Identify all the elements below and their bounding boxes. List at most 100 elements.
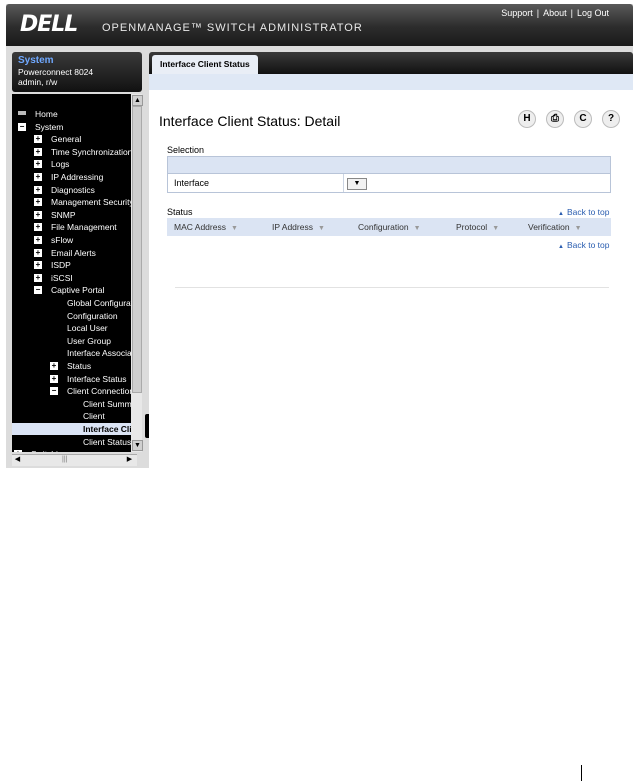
expand-icon[interactable]: +	[34, 261, 42, 270]
system-info-panel: System Powerconnect 8024 admin, r/w	[12, 52, 142, 92]
tree-item-client-status[interactable]: Client Status	[12, 436, 132, 448]
tree-item-user-group[interactable]: User Group	[12, 335, 132, 347]
tree-item-label: Local User	[67, 323, 108, 334]
tree-item-label: User Group	[67, 335, 111, 346]
tree-item-interface-association[interactable]: Interface Association	[12, 347, 142, 359]
expand-icon[interactable]: +	[34, 236, 42, 244]
tree-item-management-security[interactable]: + Management Security	[12, 196, 134, 208]
expand-icon[interactable]: +	[34, 185, 42, 194]
about-link[interactable]: About	[543, 8, 567, 18]
scroll-right-icon[interactable]: ▶	[125, 456, 134, 464]
tree-item-label: Switching	[31, 448, 67, 452]
help-icon[interactable]: ?	[602, 110, 620, 128]
tree-item-label: Client Connection	[67, 386, 135, 397]
tree-item-label: Management Security	[51, 197, 134, 208]
expand-icon[interactable]: +	[50, 362, 58, 370]
collapse-icon[interactable]: −	[50, 387, 58, 396]
expand-icon[interactable]: +	[34, 147, 42, 156]
collapse-icon[interactable]: −	[34, 286, 42, 295]
col-configuration[interactable]: Configuration ▼	[358, 222, 421, 232]
tree-item-label: Client	[83, 411, 105, 422]
tree-item-label: Time Synchronization	[51, 146, 133, 157]
tree-item-ip-addressing[interactable]: + IP Addressing	[12, 171, 132, 183]
tree-item-global-configuration[interactable]: Global Configuration	[12, 297, 142, 309]
tree-item-interface-client-status[interactable]: Interface Client Status	[12, 423, 142, 435]
collapse-icon[interactable]: −	[18, 122, 26, 131]
expand-icon[interactable]: +	[34, 173, 42, 181]
expand-icon[interactable]: +	[34, 135, 42, 144]
tree-item-diagnostics[interactable]: + Diagnostics	[12, 184, 132, 196]
scroll-left-icon[interactable]: ◀	[13, 456, 22, 464]
scroll-grip-icon[interactable]: |||	[62, 456, 67, 463]
tree-item-client[interactable]: Client	[12, 410, 132, 422]
tree-item-isdp[interactable]: + ISDP	[12, 259, 132, 271]
tree-item-switching[interactable]: + Switching	[12, 448, 132, 452]
expand-icon[interactable]: +	[34, 210, 42, 219]
col-ip-address[interactable]: IP Address ▼	[272, 222, 325, 232]
home-icon	[18, 111, 26, 115]
expand-icon[interactable]: +	[34, 198, 42, 207]
scroll-up-icon[interactable]: ▲	[132, 95, 143, 106]
tree-item-general[interactable]: + General	[12, 133, 132, 145]
tree-item-system[interactable]: − System	[12, 121, 132, 133]
tree-item-client-summary[interactable]: Client Summary	[12, 398, 142, 410]
sort-icon: ▼	[492, 225, 500, 232]
save-icon[interactable]: H	[518, 110, 536, 128]
col-mac-address[interactable]: MAC Address ▼	[174, 222, 238, 232]
tree-item-local-user[interactable]: Local User	[12, 322, 132, 334]
tree-item-label: Logs	[51, 159, 70, 170]
refresh-icon[interactable]: C	[574, 110, 592, 128]
support-link[interactable]: Support	[501, 8, 533, 18]
product-name: OPENMANAGE™ SWITCH ADMINISTRATOR	[102, 22, 363, 34]
col-protocol[interactable]: Protocol ▼	[456, 222, 499, 232]
logout-link[interactable]: Log Out	[577, 8, 609, 18]
tree-item-time-synchronization[interactable]: + Time Synchronization	[12, 146, 132, 158]
tree-item-label: Email Alerts	[51, 247, 96, 258]
tree-vertical-scrollbar[interactable]: ▲ ▼	[131, 94, 143, 452]
tab-interface-client-status[interactable]: Interface Client Status	[152, 55, 258, 74]
tree-horizontal-scrollbar[interactable]: ◀ ||| ▶	[12, 454, 137, 466]
back-to-top-link-2[interactable]: ▲ Back to top	[558, 240, 609, 250]
selection-header-row	[168, 157, 610, 174]
expand-icon[interactable]: +	[50, 374, 58, 383]
print-icon[interactable]: ⎙	[546, 110, 564, 128]
selection-label: Selection	[167, 145, 205, 155]
divider	[175, 287, 609, 288]
tree-item-interface-status[interactable]: + Interface Status	[12, 373, 132, 385]
tree-item-email-alerts[interactable]: + Email Alerts	[12, 247, 132, 259]
page-title: Interface Client Status: Detail	[159, 113, 341, 129]
tree-item-label: General	[51, 134, 82, 145]
tree-item-label: Configuration	[67, 310, 118, 321]
navigation-tree: Home − System + General + Time Synchronization…	[12, 94, 142, 452]
tree-item-label: Captive Portal	[51, 285, 105, 296]
header-bar: DELL OPENMANAGE™ SWITCH ADMINISTRATOR Su…	[6, 4, 633, 46]
tree-item-status[interactable]: + Status	[12, 360, 132, 372]
expand-icon[interactable]: +	[34, 223, 42, 232]
tree-item-logs[interactable]: + Logs	[12, 158, 132, 170]
col-verification[interactable]: Verification ▼	[528, 222, 582, 232]
expand-icon[interactable]: +	[34, 248, 42, 257]
tree-item-label: IP Addressing	[51, 172, 104, 182]
system-title[interactable]: System	[18, 55, 54, 66]
scroll-down-icon[interactable]: ▼	[132, 440, 143, 451]
scroll-thumb[interactable]	[132, 106, 142, 393]
tree-item-file-management[interactable]: + File Management	[12, 221, 132, 233]
tree-item-home[interactable]: Home	[12, 108, 132, 120]
back-to-top-link-1[interactable]: ▲ Back to top	[558, 207, 609, 217]
sort-icon: ▼	[413, 225, 421, 232]
app-window: DELL OPENMANAGE™ SWITCH ADMINISTRATOR Su…	[6, 4, 633, 468]
expand-icon[interactable]: +	[34, 160, 42, 169]
status-header-row: MAC Address ▼ IP Address ▼ Configuration ▼ …	[168, 219, 610, 235]
expand-icon[interactable]: +	[14, 450, 22, 452]
selection-table: Interface ▼	[167, 156, 611, 193]
tree-item-configuration[interactable]: Configuration	[12, 310, 132, 322]
status-table: MAC Address ▼ IP Address ▼ Configuration ▼ …	[167, 218, 611, 236]
system-model: Powerconnect 8024	[18, 67, 94, 77]
tree-item-captive-portal[interactable]: − Captive Portal	[12, 284, 132, 296]
tree-item-sflow[interactable]: + sFlow	[12, 234, 132, 246]
tree-item-iscsi[interactable]: + iSCSI	[12, 272, 132, 284]
expand-icon[interactable]: +	[34, 273, 42, 282]
tree-item-snmp[interactable]: + SNMP	[12, 209, 132, 221]
interface-select[interactable]: ▼	[347, 178, 367, 190]
tree-item-client-connection[interactable]: − Client Connection	[12, 385, 135, 397]
